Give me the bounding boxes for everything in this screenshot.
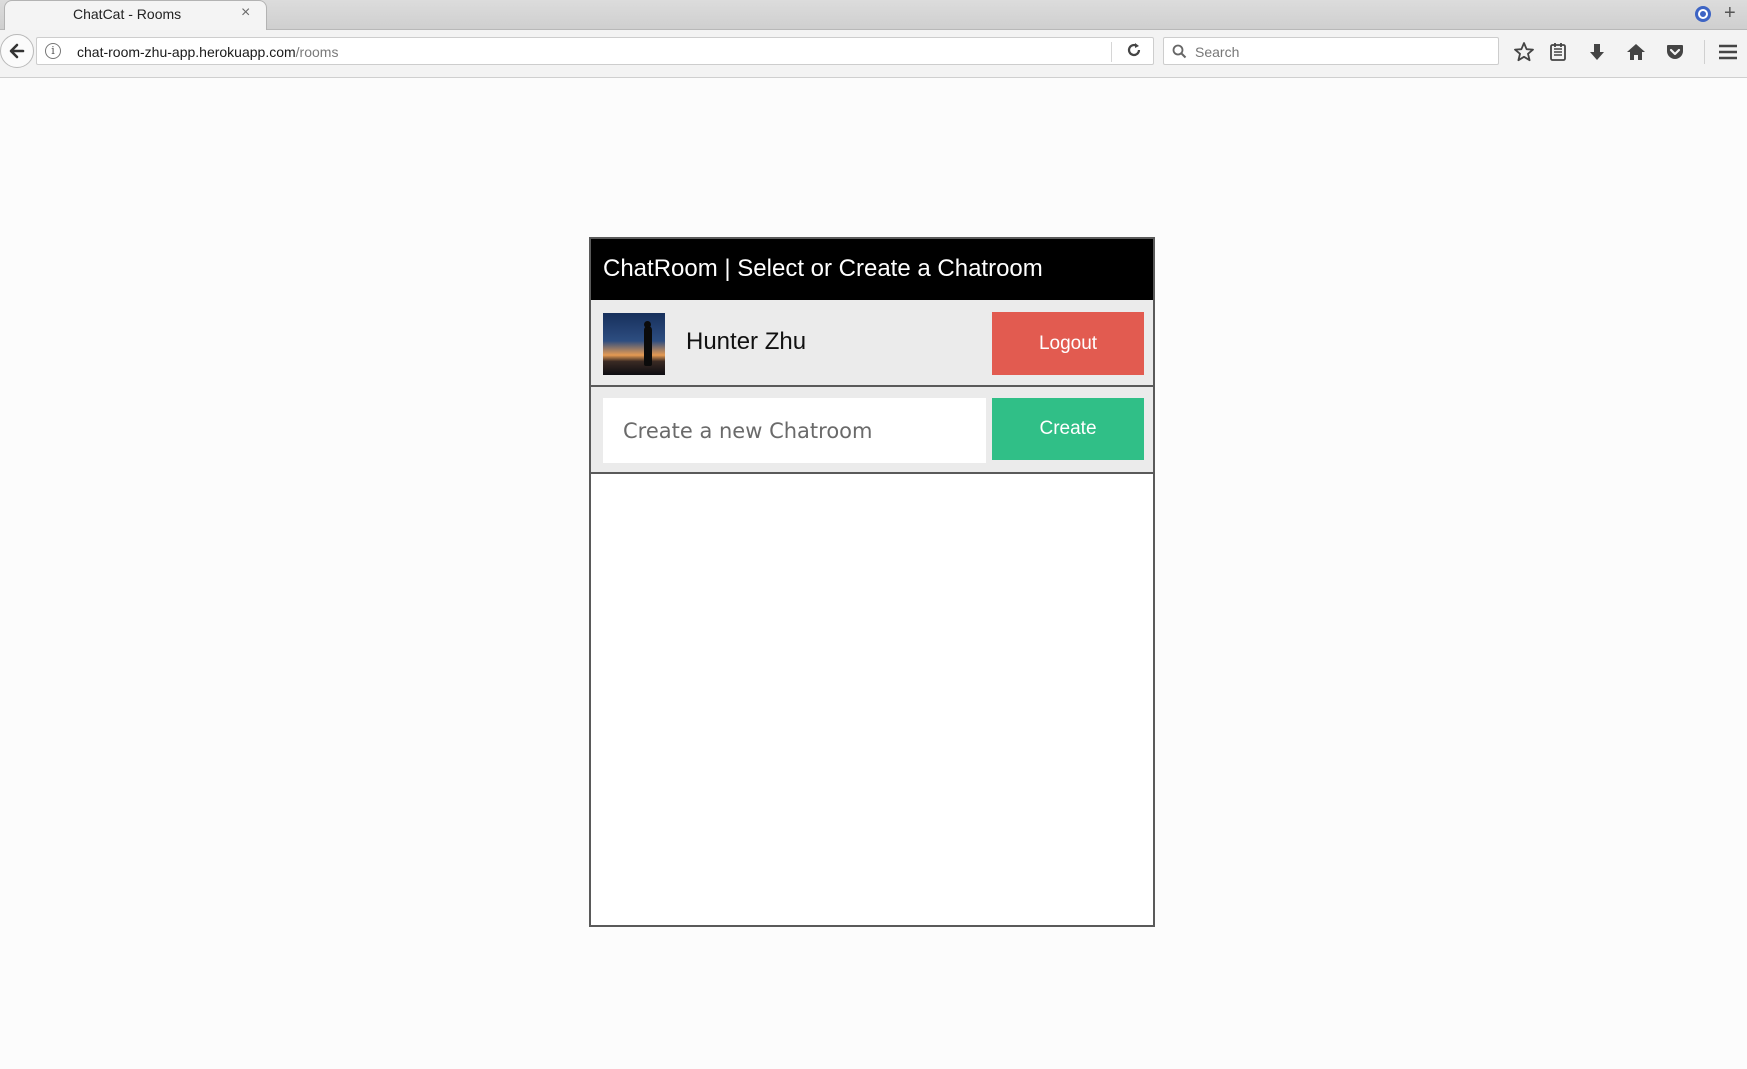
browser-tab-strip: ChatCat - Rooms × + [0, 0, 1747, 30]
bookmark-star-icon[interactable] [1512, 40, 1536, 64]
url-text[interactable]: chat-room-zhu-app.herokuapp.com/rooms [77, 44, 338, 60]
divider [1704, 40, 1705, 64]
tab-title: ChatCat - Rooms [73, 6, 182, 22]
user-bar: Hunter Zhu Logout [591, 300, 1153, 387]
search-bar[interactable]: Search [1163, 37, 1499, 65]
create-button[interactable]: Create [992, 398, 1144, 460]
url-host: chat-room-zhu-app.herokuapp.com [77, 44, 296, 60]
url-path: /rooms [295, 44, 339, 60]
create-room-bar: Create [591, 387, 1153, 474]
back-button[interactable] [0, 34, 34, 68]
search-placeholder: Search [1195, 44, 1240, 60]
reload-icon[interactable] [1125, 41, 1143, 64]
browser-tab-active[interactable]: ChatCat - Rooms × [4, 0, 267, 30]
page-title: ChatRoom | Select or Create a Chatroom [591, 239, 1153, 300]
tab-close-icon[interactable]: × [241, 4, 250, 22]
user-name: Hunter Zhu [686, 328, 807, 355]
home-icon[interactable] [1624, 40, 1648, 64]
address-bar[interactable]: i chat-room-zhu-app.herokuapp.com/rooms [36, 37, 1154, 65]
reading-list-icon[interactable] [1546, 40, 1570, 64]
browser-toolbar: i chat-room-zhu-app.herokuapp.com/rooms … [0, 30, 1747, 78]
logout-button[interactable]: Logout [992, 312, 1144, 375]
new-chatroom-input[interactable] [603, 398, 986, 463]
site-info-icon[interactable]: i [45, 43, 61, 59]
download-icon[interactable] [1585, 40, 1609, 64]
chatroom-list [591, 474, 1153, 925]
pocket-icon[interactable] [1663, 40, 1687, 64]
menu-icon[interactable] [1716, 40, 1740, 64]
chatroom-panel: ChatRoom | Select or Create a Chatroom H… [589, 237, 1155, 927]
avatar-silhouette [644, 321, 652, 366]
back-arrow-icon [9, 43, 25, 59]
divider [1111, 42, 1112, 62]
extension-icon[interactable] [1693, 2, 1713, 29]
new-tab-icon[interactable]: + [1724, 2, 1736, 24]
avatar [603, 313, 665, 375]
search-icon [1172, 44, 1187, 64]
